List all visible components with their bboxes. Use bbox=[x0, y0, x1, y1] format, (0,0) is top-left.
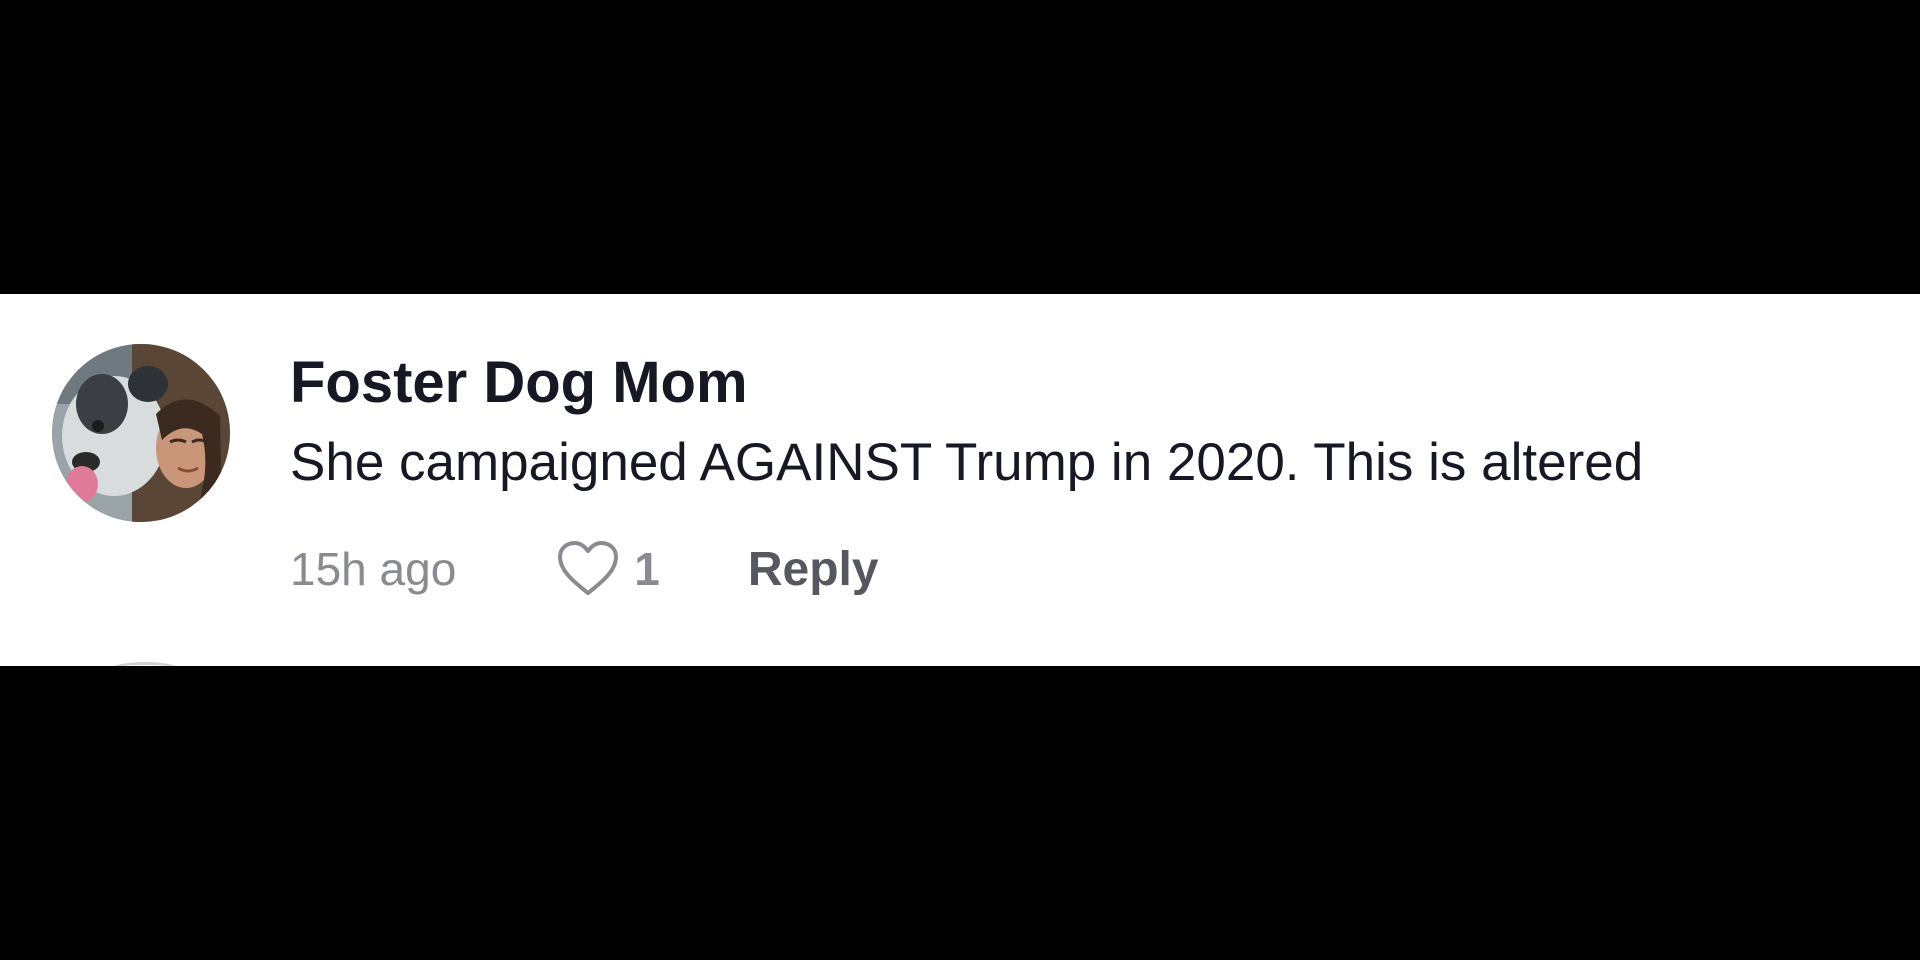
comment-meta-row: 15h ago 1 Reply bbox=[290, 534, 879, 604]
next-comment-avatar-edge bbox=[110, 662, 180, 666]
avatar[interactable] bbox=[52, 344, 230, 522]
like-count: 1 bbox=[634, 543, 660, 595]
heart-icon[interactable] bbox=[556, 539, 620, 599]
screenshot-frame: Foster Dog Mom She campaigned AGAINST Tr… bbox=[0, 0, 1920, 960]
reply-button[interactable]: Reply bbox=[748, 542, 879, 597]
comment-timestamp: 15h ago bbox=[290, 543, 457, 595]
comment-item: Foster Dog Mom She campaigned AGAINST Tr… bbox=[0, 294, 1920, 666]
avatar-photo-icon bbox=[52, 344, 230, 522]
comment-author-name[interactable]: Foster Dog Mom bbox=[290, 348, 748, 418]
like-button[interactable]: 1 bbox=[556, 539, 660, 599]
comment-body-text: She campaigned AGAINST Trump in 2020. Th… bbox=[290, 433, 1644, 492]
